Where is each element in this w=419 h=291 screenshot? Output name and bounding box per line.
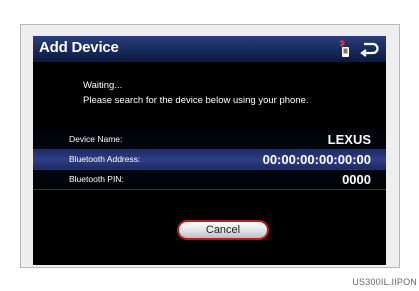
instruction-text: Please search for the device below using…	[83, 95, 309, 106]
bluetooth-pin-value: 0000	[342, 172, 371, 187]
back-arrow-icon[interactable]	[358, 40, 380, 58]
page: Add Device Waiting... Please search for …	[0, 0, 419, 291]
device-name-label: Device Name:	[69, 134, 123, 144]
status-message: Waiting... Please search for the device …	[83, 78, 309, 108]
add-device-screen: Add Device Waiting... Please search for …	[33, 36, 386, 265]
bluetooth-pin-label: Bluetooth PIN:	[69, 174, 124, 184]
figure-code: US300IL.IIPON	[352, 277, 417, 287]
header-bar: Add Device	[33, 36, 386, 62]
bluetooth-address-label: Bluetooth Address:	[69, 154, 141, 164]
waiting-text: Waiting...	[83, 80, 123, 91]
bluetooth-address-value: 00:00:00:00:00:00	[262, 152, 371, 167]
device-name-row: Device Name: LEXUS	[33, 130, 386, 150]
screen-title: Add Device	[39, 39, 119, 56]
device-info-table: Device Name: LEXUS Bluetooth Address: 00…	[33, 130, 386, 190]
device-name-value: LEXUS	[327, 132, 371, 147]
cancel-button[interactable]: Cancel	[179, 222, 267, 238]
bluetooth-address-row: Bluetooth Address: 00:00:00:00:00:00	[33, 150, 386, 170]
bluetooth-phone-icon	[339, 40, 349, 57]
bluetooth-pin-row: Bluetooth PIN: 0000	[33, 170, 386, 190]
